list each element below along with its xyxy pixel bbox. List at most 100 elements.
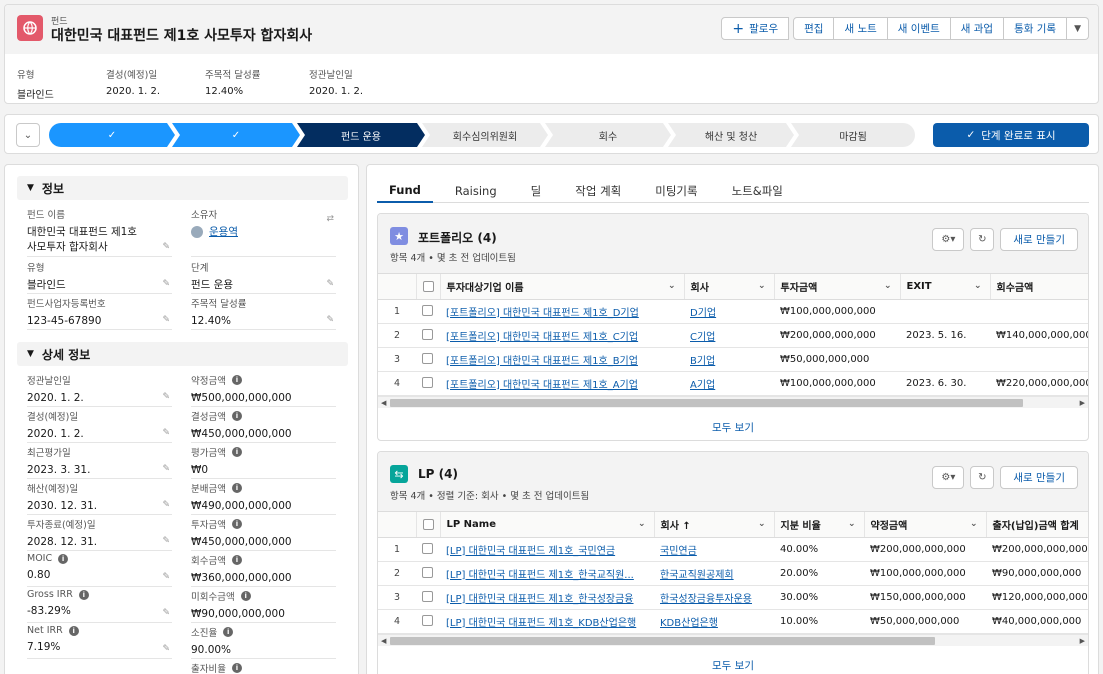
refresh-button[interactable]: ↻ [970, 466, 995, 489]
info-icon[interactable]: i [231, 447, 242, 457]
company-link[interactable]: C기업 [690, 332, 715, 343]
record-link[interactable]: [포트폴리오] 대한민국 대표펀드 제1호_C기업 [446, 332, 638, 343]
row-checkbox[interactable] [422, 329, 433, 341]
company-link[interactable]: 한국성장금융투자운용 [660, 594, 752, 605]
company-link[interactable]: D기업 [690, 308, 716, 319]
pencil-icon[interactable]: ✎ [162, 242, 170, 252]
select-all-checkbox[interactable] [422, 518, 434, 530]
more-actions-button[interactable]: ▼ [1067, 17, 1089, 40]
path-stage-dissolution[interactable]: 해산 및 청산 [668, 123, 794, 147]
info-icon[interactable]: i [231, 555, 242, 565]
info-icon[interactable]: i [240, 591, 251, 601]
owner-link[interactable]: 운용역 [209, 226, 238, 238]
scroll-left-icon[interactable]: ◀ [381, 635, 386, 647]
settings-menu-button[interactable]: ⚙▾ [932, 228, 965, 251]
record-link[interactable]: [LP] 대한민국 대표펀드 제1호_한국성장금융 [446, 594, 634, 605]
pencil-icon[interactable]: ✎ [162, 572, 170, 582]
pencil-icon[interactable]: ✎ [162, 464, 170, 474]
pencil-icon[interactable]: ✎ [162, 428, 170, 438]
column-header[interactable]: 회수금액 [990, 274, 1088, 300]
mark-stage-complete-button[interactable]: ✓ 단계 완료로 표시 [933, 123, 1089, 147]
row-checkbox[interactable] [422, 591, 433, 603]
horizontal-scrollbar[interactable]: ◀ ▶ [378, 633, 1088, 647]
tab-work-plan[interactable]: 작업 계획 [563, 179, 633, 203]
pencil-icon[interactable]: ✎ [326, 315, 334, 325]
detail-section-header[interactable]: ▼ 상세 정보 [17, 342, 348, 366]
info-icon[interactable]: i [58, 553, 69, 564]
record-link[interactable]: [LP] 대한민국 대표펀드 제1호_KDB산업은행 [446, 618, 636, 629]
column-header[interactable]: 약정금액 ⌄ [864, 512, 987, 538]
company-link[interactable]: 국민연금 [660, 546, 697, 557]
path-stage-2[interactable]: ✓ [172, 123, 300, 147]
record-link[interactable]: [LP] 대한민국 대표펀드 제1호_국민연금 [446, 546, 615, 557]
tab-fund[interactable]: Fund [377, 179, 433, 203]
pencil-icon[interactable]: ✎ [326, 279, 334, 289]
row-checkbox[interactable] [422, 353, 433, 365]
path-toggle-button[interactable]: ⌄ [16, 123, 40, 147]
horizontal-scrollbar[interactable]: ◀ ▶ [378, 395, 1088, 409]
scroll-left-icon[interactable]: ◀ [381, 397, 386, 409]
info-icon[interactable]: i [231, 663, 242, 673]
row-checkbox[interactable] [422, 377, 433, 389]
portfolio-view-all-link[interactable]: 모두 보기 [378, 408, 1088, 441]
tab-notes-files[interactable]: 노트&파일 [720, 179, 795, 203]
column-header[interactable]: 회사 ↑ ⌄ [654, 512, 775, 538]
tab-deal[interactable]: 딜 [519, 179, 554, 203]
select-all-checkbox[interactable] [422, 280, 434, 292]
pencil-icon[interactable]: ✎ [162, 392, 170, 402]
path-stage-fund-operation[interactable]: 펀드 운용 [297, 123, 425, 147]
log-call-button[interactable]: 통화 기록 [1004, 17, 1068, 40]
pencil-icon[interactable]: ✎ [162, 644, 170, 654]
new-note-button[interactable]: 새 노트 [834, 17, 888, 40]
path-stage-1[interactable]: ✓ [49, 123, 175, 147]
company-link[interactable]: A기업 [690, 380, 715, 391]
company-link[interactable]: 한국교직원공제회 [660, 570, 734, 581]
settings-menu-button[interactable]: ⚙▾ [932, 466, 965, 489]
new-lp-button[interactable]: 새로 만들기 [1000, 466, 1078, 489]
info-icon[interactable]: i [223, 627, 234, 637]
info-section-header[interactable]: ▼ 정보 [17, 176, 348, 200]
new-event-button[interactable]: 새 이벤트 [887, 17, 951, 40]
info-icon[interactable]: i [68, 625, 79, 636]
scroll-right-icon[interactable]: ▶ [1080, 397, 1085, 409]
record-link[interactable]: [포트폴리오] 대한민국 대표펀드 제1호_A기업 [446, 380, 638, 391]
column-header[interactable]: LP Name ⌄ [440, 512, 655, 538]
column-header[interactable]: EXIT ⌄ [900, 274, 991, 300]
pencil-icon[interactable]: ✎ [162, 608, 170, 618]
path-stage-closed[interactable]: 마감됨 [791, 123, 915, 147]
pencil-icon[interactable]: ✎ [162, 315, 170, 325]
row-checkbox[interactable] [422, 615, 433, 627]
column-header[interactable]: 투자금액 ⌄ [774, 274, 901, 300]
company-link[interactable]: KDB산업은행 [660, 618, 718, 629]
row-checkbox[interactable] [422, 567, 433, 579]
info-icon[interactable]: i [231, 375, 242, 385]
path-stage-recovery-committee[interactable]: 회수심의위원회 [422, 123, 548, 147]
info-icon[interactable]: i [231, 411, 242, 421]
tab-raising[interactable]: Raising [443, 179, 509, 203]
new-portfolio-button[interactable]: 새로 만들기 [1000, 228, 1078, 251]
scroll-right-icon[interactable]: ▶ [1080, 635, 1085, 647]
info-icon[interactable]: i [78, 589, 89, 600]
row-checkbox[interactable] [422, 543, 433, 555]
row-checkbox[interactable] [422, 305, 433, 317]
record-link[interactable]: [LP] 대한민국 대표펀드 제1호_한국교직원... [446, 570, 634, 581]
info-icon[interactable]: i [231, 519, 242, 529]
change-owner-icon[interactable]: ⇄ [326, 214, 334, 224]
pencil-icon[interactable]: ✎ [162, 279, 170, 289]
column-header[interactable]: 투자대상기업 이름 ⌄ [440, 274, 685, 300]
tab-meetings[interactable]: 미팅기록 [643, 179, 709, 203]
refresh-button[interactable]: ↻ [970, 228, 995, 251]
follow-button[interactable]: + 팔로우 [721, 17, 790, 40]
company-link[interactable]: B기업 [690, 356, 715, 367]
column-header[interactable]: 지분 비율 ⌄ [774, 512, 865, 538]
path-stage-recovery[interactable]: 회수 [545, 123, 671, 147]
column-header[interactable]: 회사 ⌄ [684, 274, 775, 300]
record-link[interactable]: [포트폴리오] 대한민국 대표펀드 제1호_B기업 [446, 356, 638, 367]
new-task-button[interactable]: 새 과업 [950, 17, 1005, 40]
lp-view-all-link[interactable]: 모두 보기 [378, 646, 1088, 674]
info-icon[interactable]: i [231, 483, 242, 493]
pencil-icon[interactable]: ✎ [162, 500, 170, 510]
edit-button[interactable]: 편집 [793, 17, 835, 40]
record-link[interactable]: [포트폴리오] 대한민국 대표펀드 제1호_D기업 [446, 308, 639, 319]
pencil-icon[interactable]: ✎ [162, 536, 170, 546]
